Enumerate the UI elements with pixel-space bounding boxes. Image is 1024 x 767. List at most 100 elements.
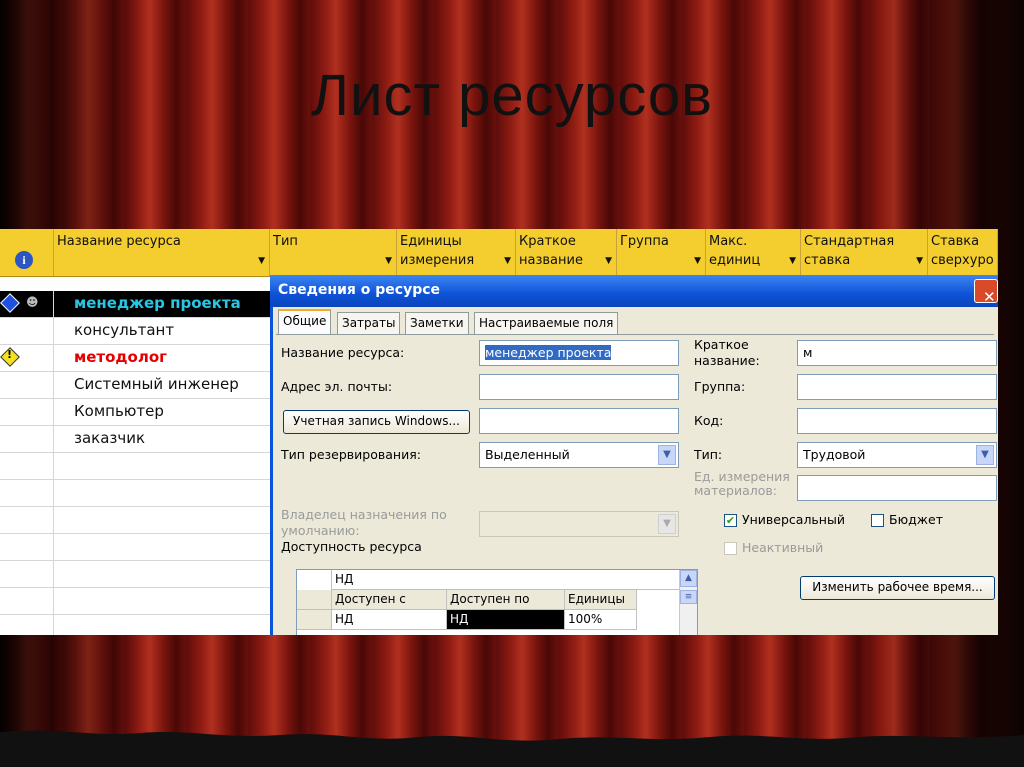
tab-notes[interactable]: Заметки [405,312,469,334]
col-header-type[interactable]: Тип ▼ [270,229,397,276]
indicator-cell [0,453,54,479]
table-row[interactable] [0,534,270,561]
dialog-titlebar[interactable]: Сведения о ресурсе ✕ [270,275,998,307]
dropdown-arrow-icon[interactable]: ▼ [789,252,796,271]
dropdown-arrow-icon[interactable]: ▼ [385,252,392,271]
booking-type-select[interactable]: Выделенный ▼ [479,442,679,468]
grid-col-available-to[interactable]: Доступен по [447,590,565,610]
windows-account-field[interactable] [479,408,679,434]
resource-name-field[interactable]: менеджер проекта [479,340,679,366]
table-row[interactable] [0,507,270,534]
default-owner-select[interactable]: ▼ [479,511,679,537]
indicator-cell [0,480,54,506]
indicator-cell [0,534,54,560]
code-field[interactable] [797,408,997,434]
material-field[interactable] [797,475,997,501]
type-select[interactable]: Трудовой ▼ [797,442,997,468]
short-name-field[interactable]: м [797,340,997,366]
dropdown-arrow-icon[interactable]: ▼ [504,252,511,271]
resource-name: консультант [74,321,175,339]
indicator-header[interactable]: i [0,229,54,276]
col-header-group[interactable]: Группа ▼ [617,229,706,276]
inactive-checkbox[interactable] [724,542,737,555]
indicator-cell [0,588,54,614]
col-header-initials[interactable]: Краткое название ▼ [516,229,617,276]
indicator-cell [0,318,54,344]
table-row[interactable]: ☻ менеджер проекта [0,291,270,318]
tab-general[interactable]: Общие [278,309,332,335]
indicator-cell: ! [0,345,54,371]
grid-cell-to[interactable]: НД [447,610,565,630]
dropdown-arrow-icon[interactable]: ▼ [694,252,701,271]
table-row[interactable]: Компьютер [0,399,270,426]
inactive-label: Неактивный [742,540,824,555]
grid-cell-from[interactable]: НД [332,610,447,630]
col-header-label: Группа [620,234,669,249]
email-label: Адрес эл. почты: [281,379,393,394]
scroll-thumb[interactable]: ≡ [680,590,697,604]
dropdown-arrow-icon[interactable]: ▼ [916,252,923,271]
col-header-name[interactable]: Название ресурса ▼ [54,229,270,276]
chevron-down-icon[interactable]: ▼ [658,445,676,465]
code-label: Код: [694,413,724,428]
change-working-time-button[interactable]: Изменить рабочее время... [800,576,995,600]
close-button[interactable]: ✕ [974,279,998,306]
indicator-cell [0,507,54,533]
name-label: Название ресурса: [281,345,405,360]
resource-name: Системный инженер [74,375,239,393]
type-label: Тип: [694,447,723,462]
grid-corner [297,570,332,590]
close-icon: ✕ [983,288,996,306]
col-header-max-units[interactable]: Макс. единиц ▼ [706,229,801,276]
chevron-down-icon[interactable]: ▼ [658,514,676,534]
group-field[interactable] [797,374,997,400]
col-header-units[interactable]: Единицы измерения ▼ [397,229,516,276]
group-label: Группа: [694,379,746,394]
resource-name-value: менеджер проекта [485,345,612,360]
dropdown-arrow-icon[interactable]: ▼ [605,252,612,271]
table-row[interactable] [0,480,270,507]
type-value: Трудовой [803,447,866,462]
indicator-cell [0,426,54,452]
table-row[interactable]: заказчик [0,426,270,453]
material-label: Ед. измерения материалов: [694,469,790,498]
table-row[interactable] [0,561,270,588]
budget-checkbox[interactable] [871,514,884,527]
info-icon: i [15,251,33,269]
resource-name: Компьютер [74,402,164,420]
warning-mark: ! [7,348,13,361]
col-header-label: Ставка сверхуро [931,234,994,268]
col-header-label: Стандартная ставка [804,234,895,268]
dropdown-arrow-icon[interactable]: ▼ [258,252,265,271]
col-header-std-rate[interactable]: Стандартная ставка ▼ [801,229,928,276]
windows-account-button[interactable]: Учетная запись Windows... [283,410,470,434]
scroll-up-icon[interactable]: ▲ [680,570,697,587]
booking-type-value: Выделенный [485,447,570,462]
project-screenshot: i Название ресурса ▼ Тип ▼ Единицы измерен… [0,229,998,635]
col-header-ovt-rate[interactable]: Ставка сверхуро [928,229,998,276]
sheet-header: i Название ресурса ▼ Тип ▼ Единицы измерен… [0,229,998,277]
email-field[interactable] [479,374,679,400]
tab-costs[interactable]: Затраты [337,312,401,334]
booking-type-label: Тип резервирования: [281,447,421,462]
grid-col-units[interactable]: Единицы [565,590,637,610]
table-row[interactable] [0,588,270,615]
budget-label: Бюджет [889,512,943,527]
table-row[interactable]: ! методолог [0,345,270,372]
tab-custom-fields[interactable]: Настраиваемые поля [474,312,619,334]
grid-cell-units[interactable]: 100% [565,610,637,630]
dialog-body: Общие Затраты Заметки Настраиваемые поля… [273,307,998,635]
indicator-cell [0,561,54,587]
chevron-down-icon[interactable]: ▼ [976,445,994,465]
indicator-cell [0,399,54,425]
table-row[interactable] [0,453,270,480]
generic-checkbox[interactable]: ✔ [724,514,737,527]
grid-edit-cell[interactable]: НД [332,570,679,590]
default-owner-label: Владелец назначения по умолчанию: [281,507,447,538]
grid-scrollbar[interactable]: ▲ ≡ [679,570,697,635]
grid-col-available-from[interactable]: Доступен с [332,590,447,610]
table-row[interactable]: консультант [0,318,270,345]
table-row[interactable] [0,615,270,635]
generic-label: Универсальный [742,512,845,527]
table-row[interactable]: Системный инженер [0,372,270,399]
